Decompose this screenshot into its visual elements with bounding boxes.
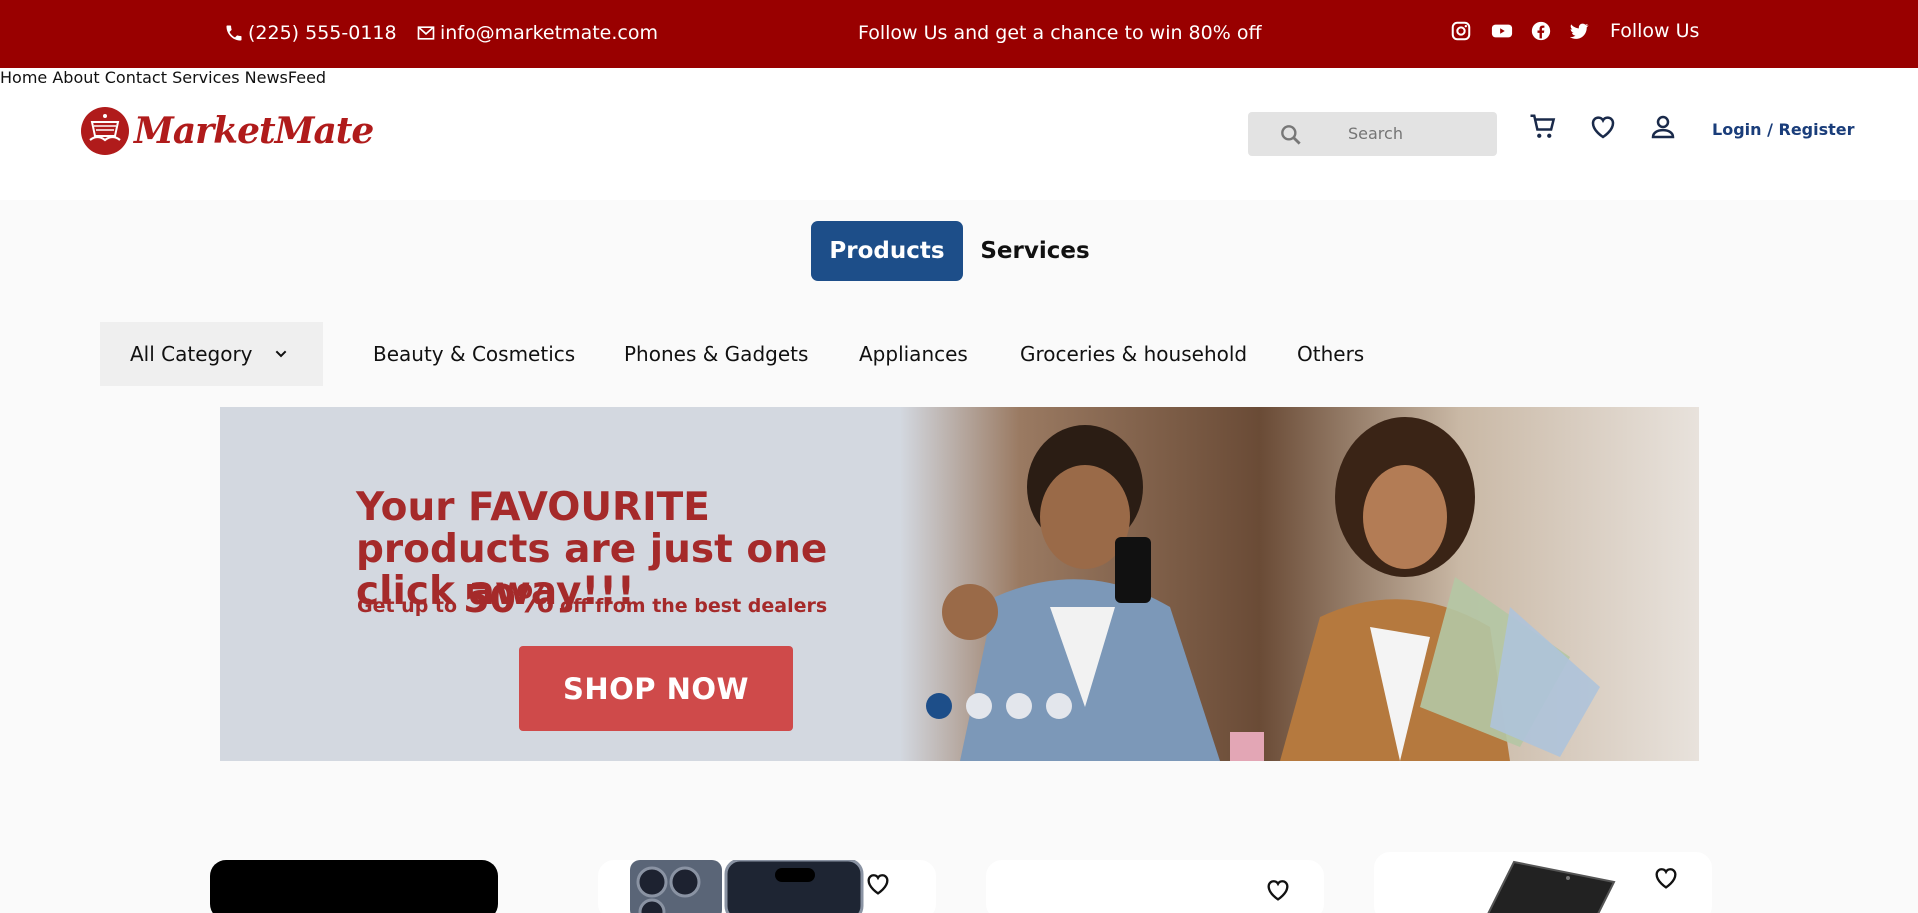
product-card[interactable] bbox=[986, 860, 1324, 913]
category-appliances[interactable]: Appliances bbox=[859, 342, 968, 366]
product-image bbox=[1487, 860, 1616, 913]
tab-services[interactable]: Services bbox=[975, 221, 1095, 281]
cart-icon[interactable] bbox=[1528, 112, 1558, 142]
carousel-dot-2[interactable] bbox=[966, 693, 992, 719]
banner-subline: Get up to 50% off from the best dealers bbox=[357, 577, 827, 621]
phone-number: (225) 555-0118 bbox=[248, 22, 397, 44]
search-icon[interactable] bbox=[1278, 122, 1304, 148]
category-groceries[interactable]: Groceries & household bbox=[1020, 342, 1247, 366]
shop-now-button[interactable]: SHOP NOW bbox=[519, 646, 793, 731]
header: MarketMate Home About Contact Services N… bbox=[0, 68, 1918, 200]
nav-about[interactable]: About bbox=[52, 68, 99, 87]
discount-value: 50% bbox=[463, 577, 555, 621]
nav-contact[interactable]: Contact bbox=[105, 68, 167, 87]
all-category-dropdown[interactable]: All Category bbox=[100, 322, 323, 386]
logo[interactable]: MarketMate bbox=[80, 106, 374, 156]
tab-products[interactable]: Products bbox=[811, 221, 963, 281]
all-category-label: All Category bbox=[130, 342, 253, 366]
nav-newsfeed[interactable]: NewsFeed bbox=[245, 68, 326, 87]
main-nav: Home About Contact Services NewsFeed bbox=[0, 68, 1918, 87]
search-input[interactable] bbox=[1348, 124, 1478, 143]
promo-label: Follow Us and get a chance to win 80% of… bbox=[858, 22, 1262, 44]
email-contact[interactable]: info@marketmate.com bbox=[416, 22, 658, 44]
heart-icon[interactable] bbox=[1588, 112, 1618, 142]
product-card[interactable] bbox=[210, 860, 498, 913]
follow-us-label[interactable]: Follow Us bbox=[1610, 20, 1699, 42]
heart-icon[interactable] bbox=[864, 870, 892, 898]
mail-icon bbox=[417, 26, 435, 40]
carousel-dot-1[interactable] bbox=[926, 693, 952, 719]
category-others[interactable]: Others bbox=[1297, 342, 1364, 366]
instagram-icon[interactable] bbox=[1450, 20, 1472, 42]
user-icon[interactable] bbox=[1648, 112, 1678, 142]
carousel-dot-3[interactable] bbox=[1006, 693, 1032, 719]
hero-banner: Your FAVOURITE products are just one cli… bbox=[220, 407, 1699, 761]
search-box[interactable] bbox=[1248, 112, 1497, 156]
email-address: info@marketmate.com bbox=[440, 22, 658, 44]
heart-icon[interactable] bbox=[1264, 876, 1292, 904]
phone-contact[interactable]: (225) 555-0118 bbox=[224, 22, 397, 44]
heart-icon[interactable] bbox=[1652, 864, 1680, 892]
basket-logo-icon bbox=[81, 107, 129, 155]
carousel-dots bbox=[926, 693, 1072, 719]
top-bar: (225) 555-0118 info@marketmate.com Follo… bbox=[0, 0, 1918, 68]
subline-suffix: off from the best dealers bbox=[560, 595, 828, 617]
nav-services[interactable]: Services bbox=[172, 68, 239, 87]
subline-prefix: Get up to bbox=[357, 595, 458, 617]
product-card[interactable] bbox=[1374, 852, 1712, 913]
facebook-icon[interactable] bbox=[1530, 20, 1552, 42]
chevron-down-icon bbox=[275, 350, 286, 358]
social-links: Follow Us bbox=[1450, 20, 1699, 42]
twitter-icon[interactable] bbox=[1568, 20, 1590, 42]
product-card[interactable] bbox=[598, 860, 936, 913]
category-beauty[interactable]: Beauty & Cosmetics bbox=[373, 342, 575, 366]
promo-text: Follow Us and get a chance to win 80% of… bbox=[858, 22, 1262, 44]
carousel-dot-4[interactable] bbox=[1046, 693, 1072, 719]
phone-icon bbox=[226, 25, 242, 41]
logo-text: MarketMate bbox=[134, 110, 374, 152]
youtube-icon[interactable] bbox=[1490, 20, 1514, 42]
product-image bbox=[630, 860, 864, 913]
login-register-link[interactable]: Login / Register bbox=[1712, 120, 1855, 139]
category-phones[interactable]: Phones & Gadgets bbox=[624, 342, 808, 366]
nav-home[interactable]: Home bbox=[0, 68, 47, 87]
